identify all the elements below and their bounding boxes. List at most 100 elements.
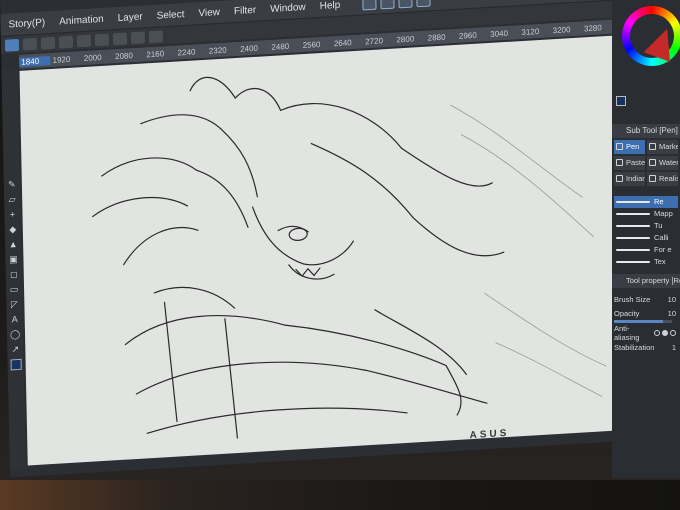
fill-bucket-icon[interactable]: ▲ <box>8 239 18 250</box>
brush-size-label: Brush Size <box>614 294 651 304</box>
brush-item[interactable]: Re <box>614 196 678 208</box>
brush-size-value[interactable]: 10 <box>668 295 676 304</box>
stabilization-value[interactable]: 1 <box>672 343 676 352</box>
brush-label: Tu <box>654 221 663 230</box>
new-file-icon[interactable] <box>22 37 38 51</box>
bezel-logo: ASUS <box>469 427 510 442</box>
brush-label: Re <box>654 197 664 206</box>
anti-aliasing-label: Anti-aliasing <box>614 324 640 342</box>
ruler-tick: 2240 <box>177 46 196 57</box>
brush-stroke-preview <box>616 249 650 251</box>
brush-label: For e <box>654 245 672 254</box>
monitor-frame: Story(P) Animation Layer Select View Fil… <box>0 0 680 510</box>
color-triangle[interactable] <box>643 24 680 62</box>
ruler-tick: 2640 <box>333 37 352 48</box>
brush-item[interactable]: Mapp <box>614 208 678 220</box>
ruler-tick: 2800 <box>396 33 415 44</box>
drawing-canvas[interactable] <box>19 35 622 466</box>
sub-tool-item[interactable]: Pen <box>614 140 645 154</box>
brush-label: Mapp <box>654 209 673 218</box>
gradient-icon[interactable]: ▣ <box>8 254 18 265</box>
sub-tool-item[interactable]: Indian <box>614 172 645 186</box>
ruler-icon[interactable]: ◸ <box>9 299 19 310</box>
menu-help[interactable]: Help <box>320 0 341 12</box>
plus-icon[interactable]: + <box>7 209 17 220</box>
balloon-icon[interactable]: ◯ <box>10 329 20 340</box>
brush-size-row[interactable]: Brush Size 10 <box>614 292 678 306</box>
sub-tool-label: Indian <box>626 174 645 183</box>
sub-tool-item[interactable]: Marker <box>647 140 678 154</box>
opacity-slider-fill <box>614 320 664 323</box>
curve-alt-icon[interactable] <box>398 0 413 9</box>
color-wheel-inner <box>630 14 680 62</box>
pen-icon[interactable]: ✎ <box>7 179 17 190</box>
eraser-icon[interactable]: ▱ <box>7 194 17 205</box>
sub-tool-icon <box>616 175 623 182</box>
brush-list: Re Mapp Tu Calli For e Tex <box>614 196 678 268</box>
opacity-row[interactable]: Opacity 10 <box>614 306 678 320</box>
correct-line-icon[interactable]: ↗ <box>10 344 20 355</box>
menu-window[interactable]: Window <box>270 1 306 14</box>
opacity-value[interactable]: 10 <box>668 309 676 318</box>
menu-story[interactable]: Story(P) <box>8 17 45 30</box>
fill-icon[interactable] <box>130 30 146 44</box>
text-icon[interactable]: A <box>10 314 20 325</box>
sub-tool-label: Marker <box>659 142 678 151</box>
sub-tool-icon <box>649 159 656 166</box>
brush-item[interactable]: Tu <box>614 220 678 232</box>
right-panel: Sub Tool [Pen] Pen Marker Pastel Water India… <box>612 0 680 478</box>
sub-tool-item[interactable]: Water <box>647 156 678 170</box>
brush-stroke-preview <box>616 201 650 203</box>
ruler-tick: 3120 <box>521 26 540 37</box>
redo-icon[interactable] <box>94 33 110 46</box>
menu-select[interactable]: Select <box>157 9 185 22</box>
menu-view[interactable]: View <box>198 6 220 18</box>
sub-tool-item[interactable]: Pastel <box>614 156 645 170</box>
ruler-tick: 3040 <box>490 28 509 39</box>
anti-aliasing-row[interactable]: Anti-aliasing <box>614 324 678 342</box>
brush-item[interactable]: Tex <box>614 256 678 268</box>
sub-tool-grid: Pen Marker Pastel Water Indian Realistic <box>614 140 678 186</box>
aa-strong-icon[interactable] <box>670 330 676 336</box>
anti-aliasing-options[interactable] <box>654 330 676 336</box>
aa-none-icon[interactable] <box>654 330 660 336</box>
menu-animation[interactable]: Animation <box>59 13 104 27</box>
opacity-slider[interactable] <box>614 320 672 323</box>
open-folder-icon[interactable] <box>40 36 56 50</box>
ruler-tick: 1840 <box>19 55 51 67</box>
loading-icon[interactable] <box>112 31 128 45</box>
transform-icon[interactable] <box>148 29 164 43</box>
menu-filter[interactable]: Filter <box>234 4 256 16</box>
ruler-tick: 2400 <box>240 43 259 54</box>
brush-stroke-preview <box>616 237 650 239</box>
sub-tool-icon <box>649 143 656 150</box>
brush-item[interactable]: Calli <box>614 232 678 244</box>
figure-icon[interactable]: ◻ <box>9 269 19 280</box>
main-color-swatch[interactable] <box>10 358 22 371</box>
frame-icon[interactable]: ▭ <box>9 284 19 295</box>
curve-icon[interactable] <box>380 0 395 10</box>
brush-stroke-preview <box>616 225 650 227</box>
sub-tool-header: Sub Tool [Pen] <box>612 124 680 138</box>
help-icon[interactable] <box>416 0 431 8</box>
ruler-tick: 2560 <box>302 39 321 50</box>
menu-layer[interactable]: Layer <box>118 11 143 23</box>
aa-weak-icon[interactable] <box>662 330 668 336</box>
sub-tool-icon <box>616 159 623 166</box>
sub-tool-label: Pastel <box>626 158 645 167</box>
screen: Story(P) Animation Layer Select View Fil… <box>0 0 650 478</box>
sub-tool-item[interactable]: Realistic <box>647 172 678 186</box>
pen-tool-icon[interactable] <box>4 38 20 52</box>
color-wheel[interactable] <box>622 6 680 66</box>
current-color-swatch[interactable] <box>616 96 626 106</box>
command-bar-right <box>362 0 431 11</box>
stabilization-row[interactable]: Stabilization 1 <box>614 340 678 354</box>
brush-label: Calli <box>654 233 669 242</box>
save-icon[interactable] <box>58 35 74 49</box>
undo-icon[interactable] <box>76 34 92 47</box>
blend-icon[interactable]: ◆ <box>8 224 18 235</box>
pen-pressure-icon[interactable] <box>362 0 377 11</box>
tool-property-panel: Brush Size 10 Opacity 10 Anti-aliasing S… <box>614 292 678 354</box>
stabilization-label: Stabilization <box>614 342 655 352</box>
brush-item[interactable]: For e <box>614 244 678 256</box>
